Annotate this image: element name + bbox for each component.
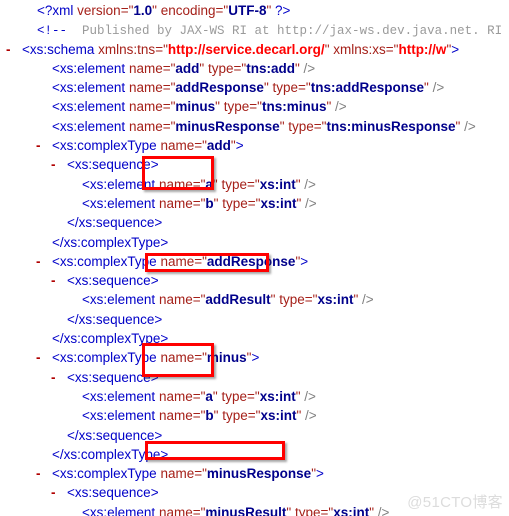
xml-line-content: <xs:element name="add" type="tns:add" /> [52,60,316,76]
xml-line-content: <xs:complexType name="add"> [52,138,244,154]
xml-line-content: <xs:complexType name="addResponse"> [52,253,309,269]
xml-line-content: <xs:element name="a" type="xs:int" /> [82,176,316,192]
xml-line: <xs:element name="b" type="xs:int" /> [0,194,509,213]
xml-line: - <xs:complexType name="addResponse"> [0,252,509,271]
watermark: @51CTO博客 [407,494,503,511]
xml-line: </xs:complexType> [0,329,509,348]
xml-line: <!-- Published by JAX-WS RI at http://ja… [0,20,509,39]
xml-line-content: <?xml version="1.0" encoding="UTF-8" ?> [37,3,291,18]
xml-line-content: <xs:sequence> [67,273,159,289]
xml-line-content: </xs:sequence> [67,215,163,231]
xml-line-content: <xs:element name="addResponse" type="tns… [52,80,445,96]
xml-line-content: </xs:complexType> [52,234,169,250]
xml-line: </xs:sequence> [0,213,509,232]
xml-line: <xs:element name="add" type="tns:add" /> [0,59,509,78]
xml-line-content: <xs:sequence> [67,157,159,173]
xml-line-content: <xs:element name="b" type="xs:int" /> [82,195,317,211]
xml-line-content: </xs:sequence> [67,311,163,327]
xml-line: <xs:element name="addResponse" type="tns… [0,78,509,97]
xml-line: </xs:complexType> [0,445,509,464]
xml-line-content: <xs:sequence> [67,369,159,385]
xml-line: <xs:element name="minus" type="tns:minus… [0,97,509,116]
xml-line: <xs:element name="a" type="xs:int" /> [0,175,509,194]
xml-line-content: <xs:sequence> [67,485,159,501]
xml-line-content: <xs:element name="minusResponse" type="t… [52,118,476,134]
xml-line: - <xs:complexType name="minusResponse"> [0,464,509,483]
xml-line-content: <xs:element name="b" type="xs:int" /> [82,408,317,424]
xml-line-content: </xs:complexType> [52,331,169,347]
xml-line: </xs:complexType> [0,233,509,252]
xml-line-content: <xs:complexType name="minusResponse"> [52,466,324,482]
xml-line: - <xs:schema xmlns:tns="http://service.de… [0,40,509,59]
xml-line: - <xs:complexType name="add"> [0,136,509,155]
xml-line: - <xs:sequence> [0,155,509,174]
xml-line: - <xs:complexType name="minus"> [0,348,509,367]
xml-line-content: <xs:element name="addResult" type="xs:in… [82,292,374,308]
xml-line-content: <xs:element name="minus" type="tns:minus… [52,99,347,115]
xml-line: - <xs:sequence> [0,271,509,290]
xml-line: <xs:element name="a" type="xs:int" /> [0,387,509,406]
xml-line-content: <xs:complexType name="minus"> [52,350,260,366]
xml-line: </xs:sequence> [0,310,509,329]
xml-line: <xs:element name="b" type="xs:int" /> [0,406,509,425]
xml-line: </xs:sequence> [0,426,509,445]
xml-line: - <xs:sequence> [0,368,509,387]
xml-line-content: <xs:schema xmlns:tns="http://service.dec… [22,41,460,57]
xml-line-content: </xs:sequence> [67,427,163,443]
xml-schema-viewer[interactable]: <?xml version="1.0" encoding="UTF-8" ?> <… [0,0,509,516]
xml-line: <xs:element name="addResult" type="xs:in… [0,290,509,309]
xml-line-content: <!-- Published by JAX-WS RI at http://ja… [37,24,503,39]
xml-line: <xs:element name="minusResponse" type="t… [0,117,509,136]
xml-line-content: <xs:element name="a" type="xs:int" /> [82,388,316,404]
xml-line-content: </xs:complexType> [52,446,169,462]
xml-line-content: <xs:element name="minusResult" type="xs:… [82,504,390,516]
xml-line: <?xml version="1.0" encoding="UTF-8" ?> [0,1,509,20]
